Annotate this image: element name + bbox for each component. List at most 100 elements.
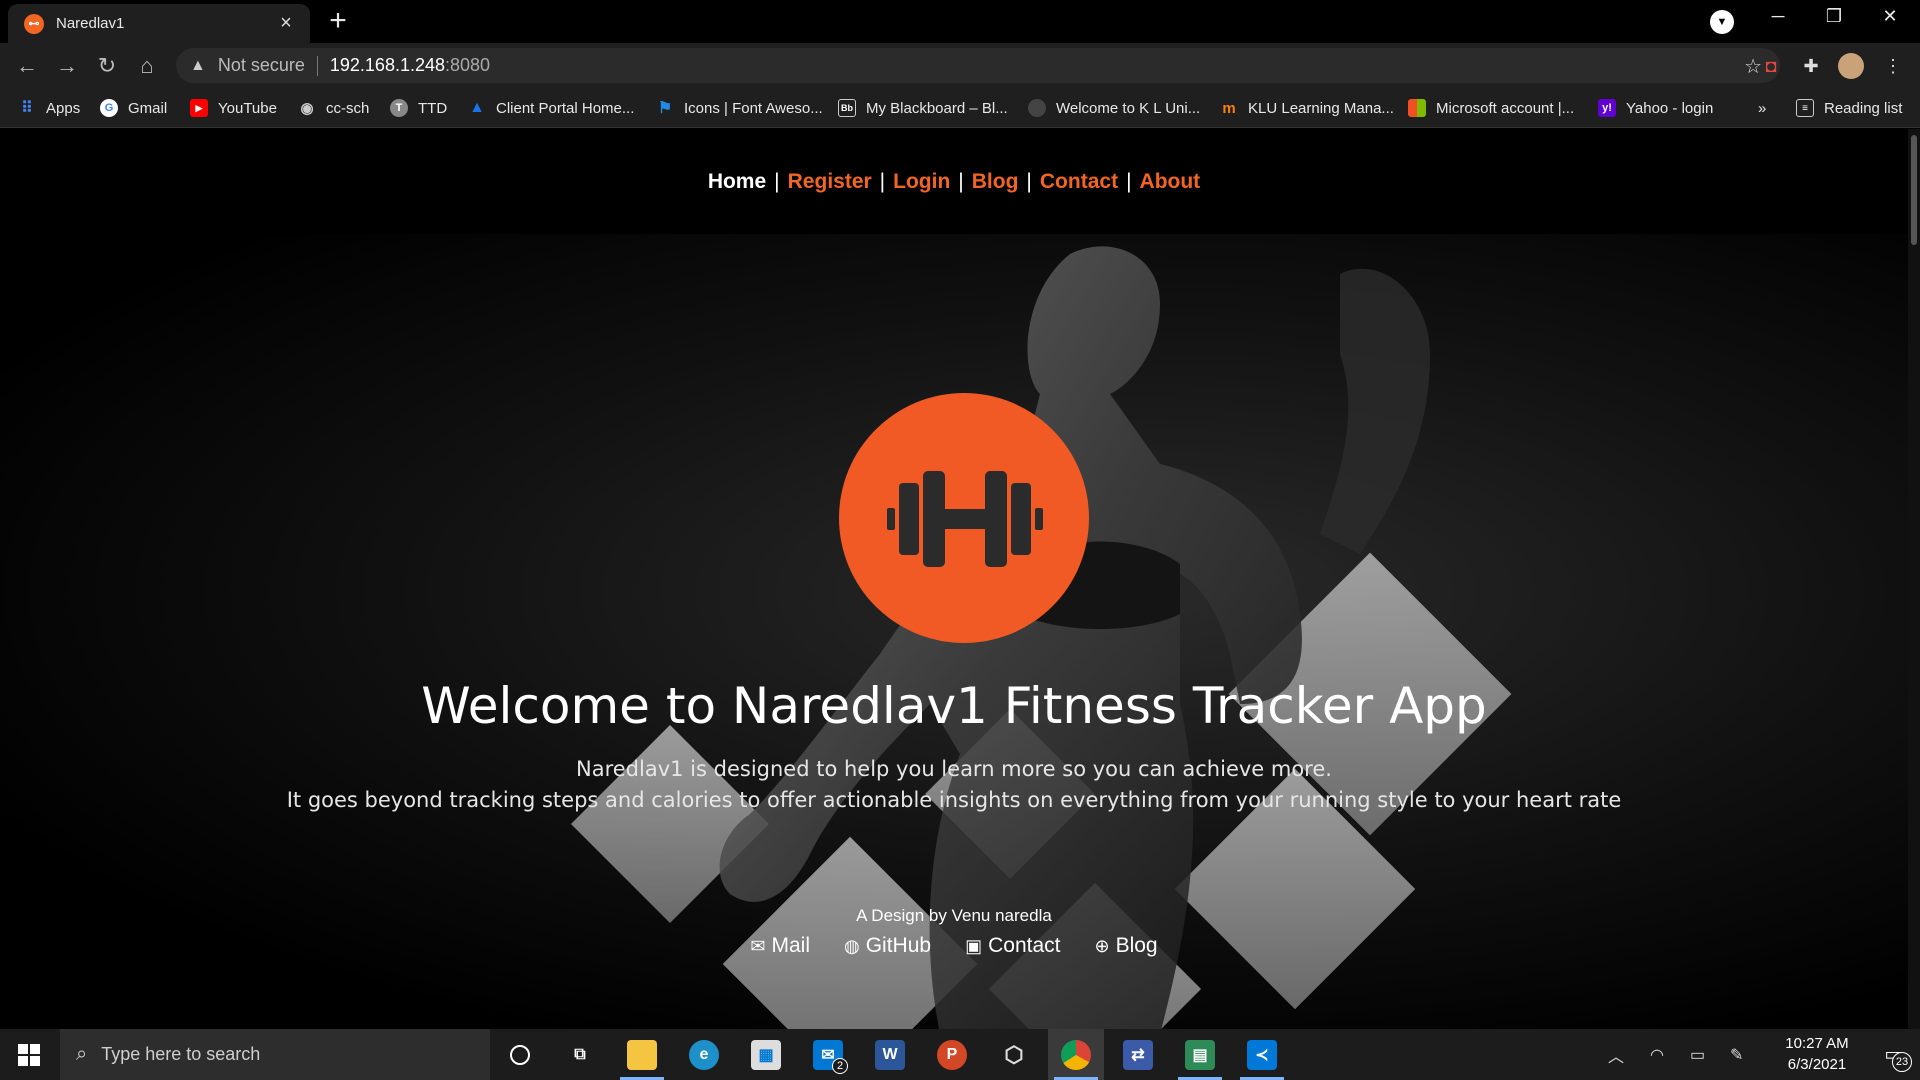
menu-kebab-icon[interactable]: ⋮ xyxy=(1880,53,1906,79)
page-scrollbar[interactable] xyxy=(1908,129,1920,1029)
tab-search-button[interactable]: ▼ xyxy=(1710,10,1734,34)
bookmark-cc-sch[interactable]: ◉ cc-sch xyxy=(298,96,369,120)
nav-separator: | xyxy=(774,169,780,193)
store-button[interactable]: ▦ xyxy=(738,1029,794,1080)
chevron-up-icon: ︿ xyxy=(1608,1048,1625,1066)
start-button[interactable] xyxy=(0,1029,58,1080)
powerpoint-icon: P xyxy=(937,1039,967,1070)
vscode-button[interactable]: ≺ xyxy=(1234,1029,1290,1080)
cortana-icon xyxy=(510,1044,530,1065)
bookmark-klu-learning[interactable]: m KLU Learning Mana... xyxy=(1220,96,1394,120)
extensions-puzzle-icon[interactable]: ✚ xyxy=(1798,53,1824,79)
bookmark-gmail[interactable]: G Gmail xyxy=(100,96,167,120)
virtualbox-button[interactable]: ⬡ xyxy=(986,1029,1042,1080)
bookmark-youtube[interactable]: ▶ YouTube xyxy=(190,96,277,120)
tagline-line-2: It goes beyond tracking steps and calori… xyxy=(286,788,1622,812)
new-tab-button[interactable]: + xyxy=(322,6,354,36)
word-button[interactable]: W xyxy=(862,1029,918,1080)
more-bookmarks-label: » xyxy=(1758,99,1767,117)
bookmark-blackboard[interactable]: Bb My Blackboard – Bl... xyxy=(838,96,1008,120)
restore-button[interactable]: ❐ xyxy=(1814,6,1854,27)
powerpoint-button[interactable]: P xyxy=(924,1029,980,1080)
notification-count: 23 xyxy=(1892,1052,1912,1072)
globe-icon: ⊕ xyxy=(1094,935,1110,956)
file-explorer-button[interactable] xyxy=(614,1029,670,1080)
edge-icon: e xyxy=(689,1039,719,1070)
taskbar-search-input[interactable]: ⌕ Type here to search xyxy=(60,1029,490,1080)
bookmark-client-portal[interactable]: ▲ Client Portal Home... xyxy=(468,96,634,120)
blackboard-icon: Bb xyxy=(838,99,856,117)
home-button[interactable]: ⌂ xyxy=(132,52,162,80)
warning-icon[interactable]: ▲ xyxy=(190,57,206,75)
tab-close-icon[interactable]: × xyxy=(274,12,298,35)
close-window-button[interactable]: ✕ xyxy=(1870,6,1910,27)
bookmark-ttd[interactable]: T TTD xyxy=(390,96,447,120)
network-app-button[interactable]: ⇄ xyxy=(1110,1029,1166,1080)
pen-workspace-button[interactable]: ✎ xyxy=(1730,1029,1743,1080)
mail-badge: 2 xyxy=(832,1058,848,1074)
browser-tab[interactable]: ⊷ Naredlav1 × xyxy=(8,4,310,43)
show-hidden-icons-button[interactable]: ︿ xyxy=(1608,1029,1624,1080)
minimize-button[interactable]: ─ xyxy=(1758,6,1798,27)
pocket-extension-icon[interactable]: ◘ xyxy=(1758,53,1784,79)
cortana-button[interactable] xyxy=(492,1029,548,1080)
wifi-status[interactable]: ◠ xyxy=(1650,1029,1664,1080)
bookmark-microsoft[interactable]: Microsoft account |... xyxy=(1408,96,1574,120)
mail-link[interactable]: ✉ Mail xyxy=(750,934,810,958)
bookmark-apps[interactable]: ⠿ Apps xyxy=(18,96,80,120)
omnibox-separator xyxy=(316,55,318,76)
bookmark-yahoo[interactable]: y! Yahoo - login xyxy=(1598,96,1713,120)
bookmarks-bar: ⠿ Apps G Gmail ▶ YouTube ◉ cc-sch T TTD … xyxy=(0,88,1920,128)
chrome-icon xyxy=(1061,1039,1091,1070)
reading-list-button[interactable]: ≡ Reading list xyxy=(1796,96,1902,120)
folder-icon xyxy=(627,1039,657,1070)
nav-login-link[interactable]: Login xyxy=(893,170,950,194)
contact-link[interactable]: ▣ Contact xyxy=(965,934,1060,958)
chrome-button[interactable] xyxy=(1048,1029,1104,1080)
action-center-button[interactable]: ▭ 23 xyxy=(1866,1029,1920,1080)
more-bookmarks-button[interactable]: » xyxy=(1758,96,1766,120)
url-port: :8080 xyxy=(445,55,491,75)
microsoft-icon xyxy=(1408,99,1426,117)
battery-status[interactable]: ▭ xyxy=(1690,1029,1705,1080)
profile-avatar-icon[interactable] xyxy=(1838,53,1864,79)
back-button[interactable]: ← xyxy=(12,52,42,80)
forward-button[interactable]: → xyxy=(52,52,82,80)
ttd-icon: T xyxy=(390,99,408,117)
blog-label: Blog xyxy=(1115,934,1158,957)
google-icon: G xyxy=(100,99,118,117)
nav-separator: | xyxy=(958,169,964,193)
clock-time: 10:27 AM xyxy=(1785,1035,1849,1052)
taskbar-clock[interactable]: 10:27 AM 6/3/2021 xyxy=(1772,1033,1862,1075)
search-icon: ⌕ xyxy=(76,1043,88,1065)
bookmark-font-awesome[interactable]: ⚑ Icons | Font Aweso... xyxy=(656,96,823,120)
reload-button[interactable]: ↻ xyxy=(92,52,122,80)
youtube-icon: ▶ xyxy=(190,99,208,117)
scrollbar-thumb[interactable] xyxy=(1911,135,1917,245)
bookmark-kl-university[interactable]: Welcome to K L Uni... xyxy=(1028,96,1200,120)
task-view-button[interactable]: ⧉ xyxy=(552,1029,608,1080)
envelope-icon: ✉ xyxy=(750,935,766,956)
mail-app-button[interactable]: ✉ 2 xyxy=(800,1029,856,1080)
blog-link[interactable]: ⊕ Blog xyxy=(1094,934,1157,958)
yahoo-icon: y! xyxy=(1598,99,1616,117)
nav-blog-link[interactable]: Blog xyxy=(972,170,1019,194)
bookmark-label: YouTube xyxy=(218,99,277,117)
address-bar[interactable]: ▲ Not secure 192.168.1.248:8080 ☆ xyxy=(176,48,1780,83)
nav-register-link[interactable]: Register xyxy=(788,170,872,194)
url-host: 192.168.1.248 xyxy=(329,55,446,75)
edge-button[interactable]: e xyxy=(676,1029,732,1080)
bookmark-label: Gmail xyxy=(128,99,168,117)
nav-about-link[interactable]: About xyxy=(1140,170,1201,194)
github-link[interactable]: ◍ GitHub xyxy=(844,934,931,958)
contact-label: Contact xyxy=(988,934,1061,957)
nav-separator: | xyxy=(1026,169,1032,193)
browser-toolbar: ← → ↻ ⌂ ▲ Not secure 192.168.1.248:8080 … xyxy=(0,43,1920,88)
nav-home-link[interactable]: Home xyxy=(708,170,766,194)
nav-contact-link[interactable]: Contact xyxy=(1040,170,1118,194)
bookmark-label: KLU Learning Mana... xyxy=(1248,99,1394,117)
bookmark-label: Icons | Font Aweso... xyxy=(684,99,823,117)
triangle-icon: ▲ xyxy=(469,99,485,116)
remote-desktop-button[interactable]: ▤ xyxy=(1172,1029,1228,1080)
security-label[interactable]: Not secure xyxy=(218,55,305,76)
